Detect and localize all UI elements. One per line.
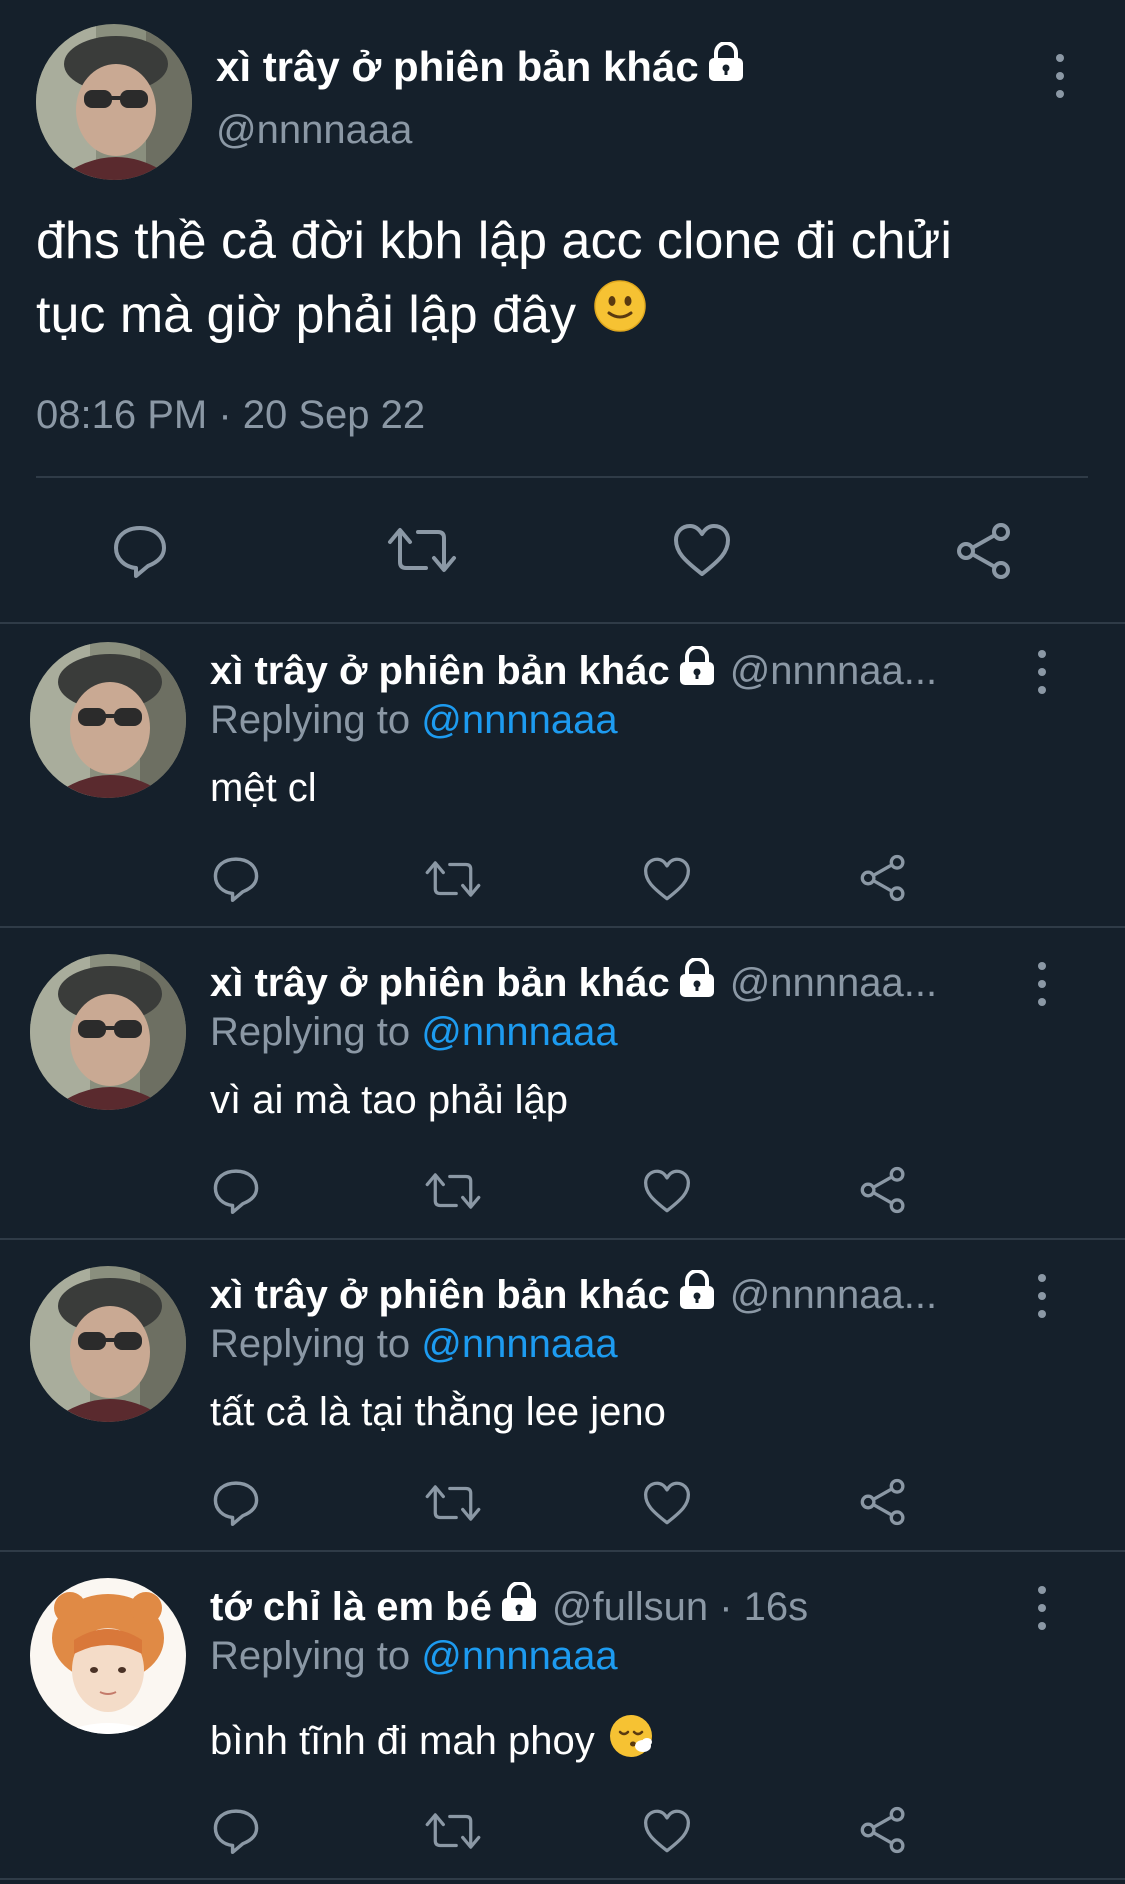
section-divider — [0, 622, 1125, 624]
replying-to-label: Replying to — [210, 1010, 422, 1054]
reply-header: xì trây ở phiên bản khác @nnnnaa... — [210, 1269, 937, 1320]
lock-icon — [707, 41, 745, 92]
replying-to-mention[interactable]: @nnnnaaa — [421, 1634, 617, 1678]
replying-to-line: Replying to @nnnnaaa — [210, 1322, 618, 1367]
share-icon[interactable] — [954, 522, 1014, 585]
main-tweet-divider — [36, 476, 1088, 478]
retweet-icon[interactable] — [386, 522, 458, 583]
share-icon[interactable] — [858, 854, 908, 907]
share-icon[interactable] — [858, 1806, 908, 1859]
slightly-smiling-emoji-icon — [594, 278, 646, 352]
retweet-icon[interactable] — [424, 1168, 482, 1219]
replying-to-mention[interactable]: @nnnnaaa — [421, 1010, 617, 1054]
reply-text: tất cả là tại thằng lee jeno — [210, 1390, 666, 1434]
reply-text: mệt cl — [210, 766, 317, 810]
reply-avatar[interactable] — [30, 642, 186, 798]
lock-icon — [678, 957, 716, 1008]
replying-to-label: Replying to — [210, 1634, 422, 1678]
main-tweet-handle[interactable]: @nnnnaaa — [216, 108, 412, 153]
heart-icon[interactable] — [642, 856, 692, 907]
replying-to-line: Replying to @nnnnaaa — [210, 698, 618, 743]
reply-handle[interactable]: @fullsun · 16s — [552, 1585, 808, 1630]
section-divider — [0, 926, 1125, 928]
reply-icon[interactable] — [212, 1478, 260, 1531]
reply-display-name[interactable]: xì trây ở phiên bản khác — [210, 1273, 670, 1318]
more-options-icon[interactable] — [1030, 1274, 1054, 1318]
main-tweet-text-line2: tục mà giờ phải lập đây — [36, 278, 952, 352]
reply-header: tớ chỉ là em bé @fullsun · 16s — [210, 1581, 808, 1632]
section-divider — [0, 1878, 1125, 1880]
reply-icon[interactable] — [212, 1166, 260, 1219]
main-tweet-timestamp[interactable]: 08:16 PM · 20 Sep 22 — [36, 393, 425, 438]
main-tweet-avatar[interactable] — [36, 24, 192, 180]
heart-icon[interactable] — [642, 1808, 692, 1859]
replying-to-mention[interactable]: @nnnnaaa — [421, 1322, 617, 1366]
replying-to-label: Replying to — [210, 1322, 422, 1366]
retweet-icon[interactable] — [424, 856, 482, 907]
main-tweet-display-name[interactable]: xì trây ở phiên bản khác — [216, 41, 745, 92]
lock-icon — [678, 645, 716, 696]
reply-handle[interactable]: @nnnnaa... — [730, 1273, 937, 1318]
main-tweet-text: đhs thề cả đời kbh lập acc clone đi chửi… — [36, 204, 952, 352]
more-options-icon[interactable] — [1030, 1586, 1054, 1630]
more-options-icon[interactable] — [1048, 54, 1072, 98]
share-icon[interactable] — [858, 1478, 908, 1531]
heart-icon[interactable] — [642, 1480, 692, 1531]
reply-text-row: bình tĩnh đi mah phoy — [210, 1714, 653, 1768]
reply-text: bình tĩnh đi mah phoy — [210, 1718, 595, 1763]
reply-text: vì ai mà tao phải lập — [210, 1078, 568, 1122]
reply-icon[interactable] — [112, 522, 168, 583]
more-options-icon[interactable] — [1030, 962, 1054, 1006]
reply-display-name[interactable]: xì trây ở phiên bản khác — [210, 649, 670, 694]
replying-to-mention[interactable]: @nnnnaaa — [421, 698, 617, 742]
section-divider — [0, 1238, 1125, 1240]
main-tweet-name-text: xì trây ở phiên bản khác — [216, 43, 699, 90]
reply-handle[interactable]: @nnnnaa... — [730, 649, 937, 694]
reply-avatar[interactable] — [30, 1266, 186, 1422]
main-tweet-text-line1: đhs thề cả đời kbh lập acc clone đi chửi — [36, 212, 952, 270]
lock-icon — [678, 1269, 716, 1320]
reply-header: xì trây ở phiên bản khác @nnnnaa... — [210, 645, 937, 696]
replying-to-line: Replying to @nnnnaaa — [210, 1634, 618, 1679]
reply-avatar[interactable] — [30, 1578, 186, 1734]
more-options-icon[interactable] — [1030, 650, 1054, 694]
main-tweet-text-line2-content: tục mà giờ phải lập đây — [36, 286, 576, 344]
share-icon[interactable] — [858, 1166, 908, 1219]
section-divider — [0, 1550, 1125, 1552]
reply-avatar[interactable] — [30, 954, 186, 1110]
reply-display-name[interactable]: xì trây ở phiên bản khác — [210, 961, 670, 1006]
face-exhaling-emoji-icon — [609, 1714, 653, 1768]
reply-icon[interactable] — [212, 854, 260, 907]
heart-icon[interactable] — [642, 1168, 692, 1219]
reply-handle[interactable]: @nnnnaa... — [730, 961, 937, 1006]
heart-icon[interactable] — [672, 522, 732, 583]
replying-to-label: Replying to — [210, 698, 422, 742]
replying-to-line: Replying to @nnnnaaa — [210, 1010, 618, 1055]
reply-header: xì trây ở phiên bản khác @nnnnaa... — [210, 957, 937, 1008]
lock-icon — [500, 1581, 538, 1632]
retweet-icon[interactable] — [424, 1480, 482, 1531]
retweet-icon[interactable] — [424, 1808, 482, 1859]
reply-icon[interactable] — [212, 1806, 260, 1859]
reply-display-name[interactable]: tớ chỉ là em bé — [210, 1585, 492, 1630]
